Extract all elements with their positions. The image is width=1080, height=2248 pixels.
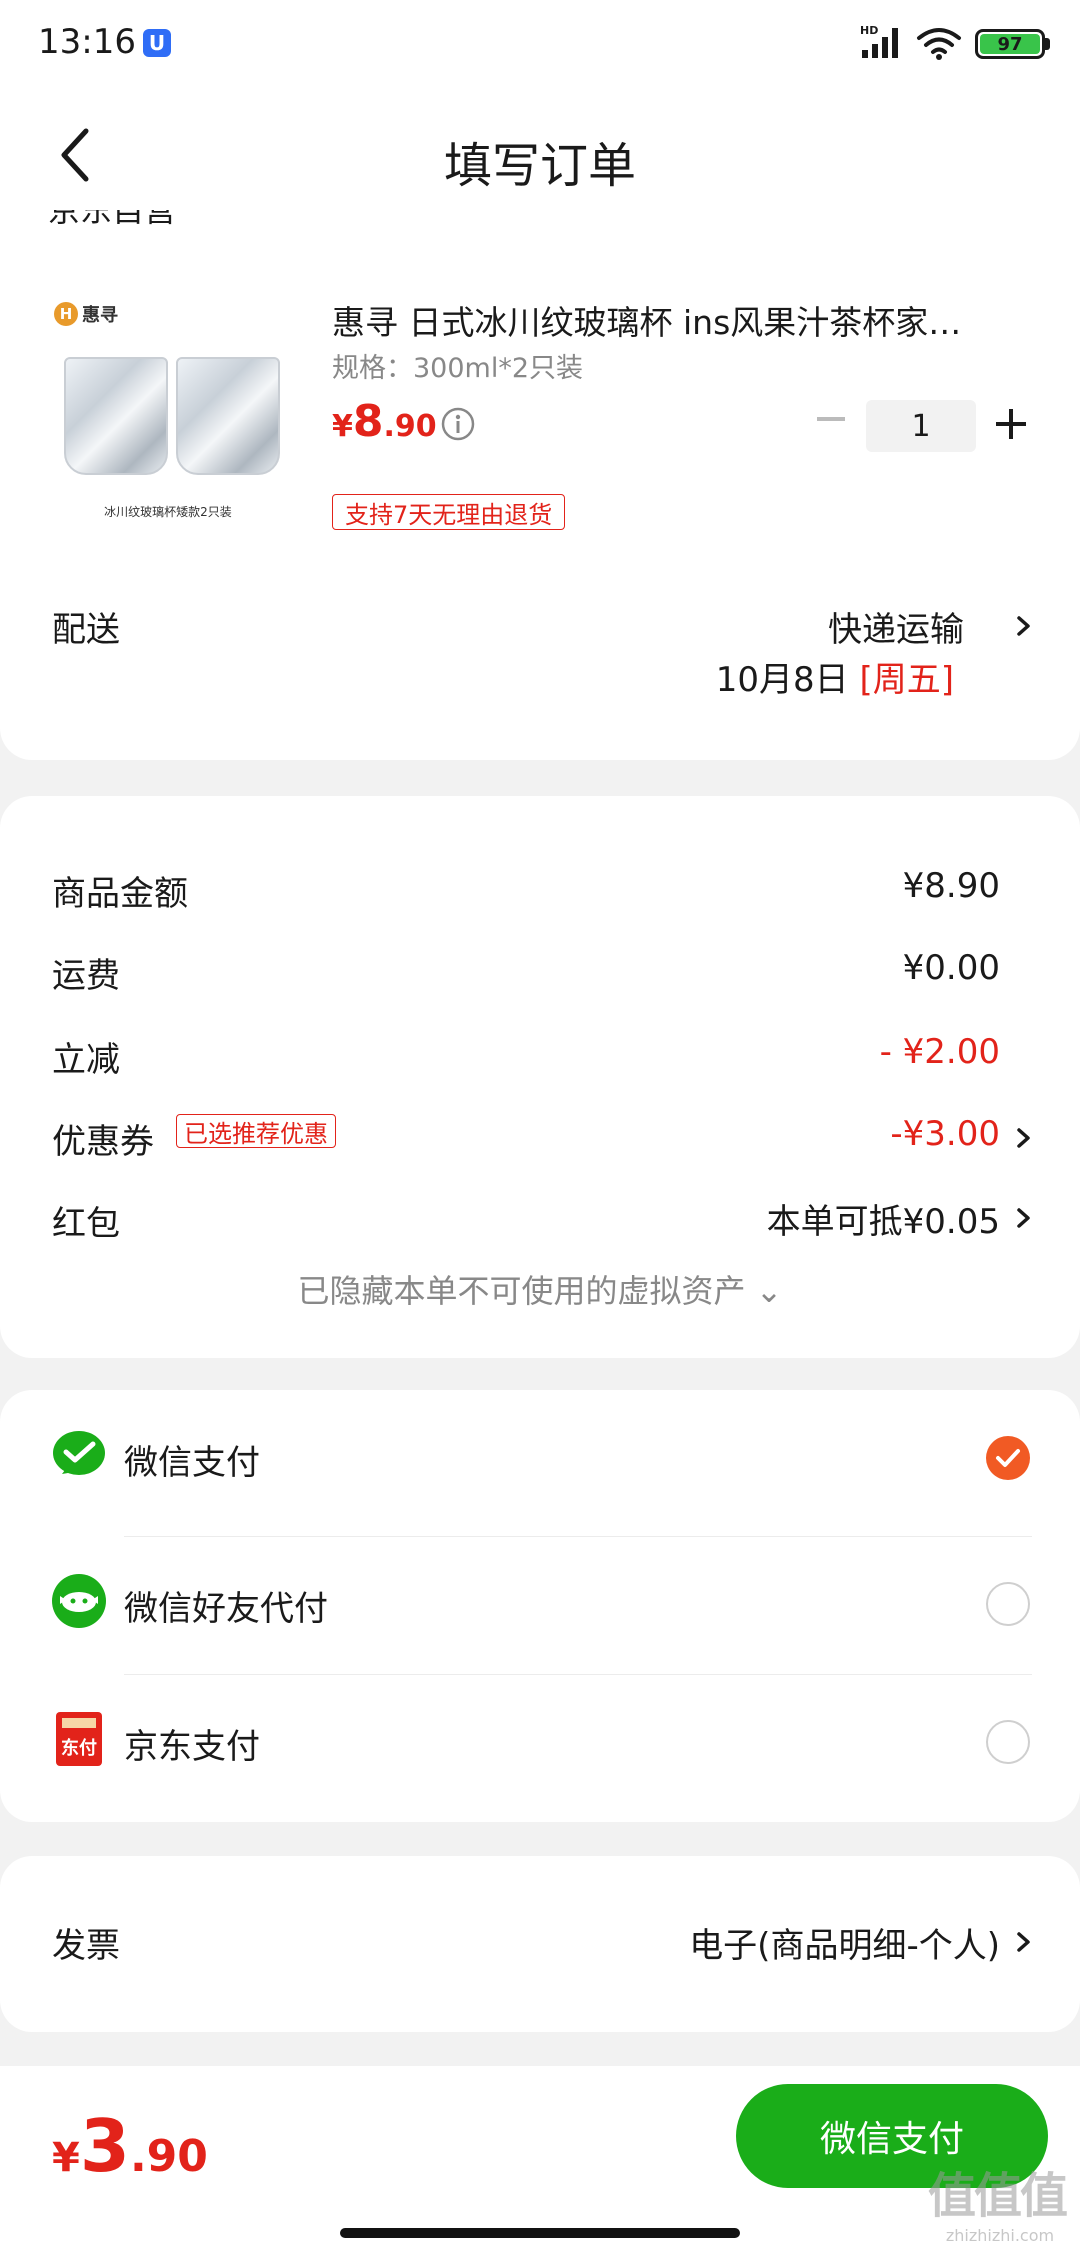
battery-icon: 97 xyxy=(975,29,1045,59)
payment-option-label: 微信支付 xyxy=(124,1443,260,1483)
quantity-input[interactable]: 1 xyxy=(866,400,976,452)
hd-label: HD xyxy=(860,24,878,37)
delivery-date: 10月8日 [周五] xyxy=(716,652,954,701)
total-symbol: ¥ xyxy=(52,2135,80,2181)
shipping-label: 运费 xyxy=(52,956,120,996)
brand-name: 惠寻 xyxy=(82,305,118,326)
invoice-label: 发票 xyxy=(52,1926,120,1966)
delivery-weekday: [周五] xyxy=(859,660,954,700)
total-price: ¥ 3 .90 xyxy=(52,2104,208,2188)
coupon-recommended-badge: 已选推荐优惠 xyxy=(176,1114,336,1148)
chevron-right-icon[interactable] xyxy=(1014,1126,1034,1150)
battery-tip xyxy=(1045,38,1050,50)
delivery-date-value: 10月8日 xyxy=(715,660,849,700)
price-decimal: .90 xyxy=(383,409,437,444)
jd-pay-icon: 东付 xyxy=(56,1712,102,1766)
discount-label: 立减 xyxy=(52,1040,120,1080)
red-packet-value[interactable]: 本单可抵¥0.05 xyxy=(767,1194,1000,1243)
price-summary-card: 商品金额 ¥8.90 运费 ¥0.00 立减 - ¥2.00 优惠券 已选推荐优… xyxy=(0,796,1080,1358)
glass-cup xyxy=(176,357,280,475)
plus-icon xyxy=(996,409,1026,439)
price-symbol: ¥ xyxy=(332,409,353,444)
product-image[interactable]: H 惠寻 冰川纹玻璃杯矮款2只装 xyxy=(48,295,288,535)
status-bar: 13:16 U HD 97 xyxy=(0,0,1080,90)
return-policy-badge: 支持7天无理由退货 xyxy=(332,494,566,530)
brand-logo-icon: H xyxy=(54,302,78,326)
minus-icon xyxy=(817,417,845,421)
shipping-value: ¥0.00 xyxy=(902,948,1000,988)
payment-option-label: 微信好友代付 xyxy=(124,1589,328,1629)
shop-name: 京东自营 xyxy=(48,210,177,229)
delivery-label: 配送 xyxy=(52,610,120,650)
chevron-right-icon[interactable] xyxy=(1014,1206,1034,1230)
total-integer: 3 xyxy=(79,2104,130,2188)
brand-logo: H 惠寻 xyxy=(54,301,118,327)
watermark-site: zhizhizhi.com xyxy=(945,2226,1055,2245)
jd-pay-icon-text: 东付 xyxy=(61,1737,97,1759)
checkout-bar: ¥ 3 .90 微信支付 xyxy=(0,2066,1080,2248)
wechat-friend-pay-icon xyxy=(52,1574,106,1628)
total-decimal: .90 xyxy=(129,2131,208,2182)
status-time: 13:16 xyxy=(38,22,136,62)
chevron-right-icon[interactable] xyxy=(1014,614,1034,638)
chevron-right-icon[interactable] xyxy=(1014,1930,1034,1954)
signal-icon: HD xyxy=(860,24,898,58)
info-icon[interactable] xyxy=(440,406,476,442)
product-price: ¥ 8 .90 xyxy=(332,396,437,447)
glass-cup xyxy=(64,357,168,475)
payment-option-label: 京东支付 xyxy=(124,1727,260,1767)
payment-radio-selected[interactable] xyxy=(986,1436,1030,1480)
watermark-logo: 值值值 xyxy=(928,2168,1068,2224)
invoice-card[interactable]: 发票 电子(商品明细-个人) xyxy=(0,1856,1080,2032)
payment-option-wechat-friend[interactable]: 微信好友代付 xyxy=(0,1536,1080,1674)
coupon-value[interactable]: -¥3.00 xyxy=(890,1114,1000,1154)
home-indicator[interactable] xyxy=(340,2228,740,2238)
wechat-pay-icon xyxy=(53,1431,105,1475)
image-caption: 冰川纹玻璃杯矮款2只装 xyxy=(104,505,232,519)
discount-value: - ¥2.00 xyxy=(879,1032,1000,1072)
delivery-method[interactable]: 快递运输 xyxy=(828,602,964,651)
goods-amount-value: ¥8.90 xyxy=(902,866,1000,906)
quantity-decrease-button[interactable] xyxy=(810,396,852,442)
payment-radio[interactable] xyxy=(986,1582,1030,1626)
hidden-assets-toggle[interactable]: 已隐藏本单不可使用的虚拟资产 ⌄ xyxy=(0,1266,1080,1312)
wifi-icon xyxy=(917,28,961,60)
payment-option-jd[interactable]: 东付 京东支付 xyxy=(0,1674,1080,1812)
goods-amount-label: 商品金额 xyxy=(52,874,188,914)
red-packet-label: 红包 xyxy=(52,1204,120,1244)
payment-option-wechat[interactable]: 微信支付 xyxy=(0,1390,1080,1528)
order-item-card: 京东自营 H 惠寻 冰川纹玻璃杯矮款2只装 惠寻 日式冰川纹玻璃杯 ins风果汁… xyxy=(0,200,1080,760)
payment-radio[interactable] xyxy=(986,1720,1030,1764)
product-title[interactable]: 惠寻 日式冰川纹玻璃杯 ins风果汁茶杯家… xyxy=(332,296,1022,344)
coupon-label: 优惠券 xyxy=(52,1122,154,1162)
quantity-increase-button[interactable] xyxy=(990,396,1032,452)
checkmark-icon xyxy=(996,1449,1020,1467)
product-spec: 规格：300ml*2只装 xyxy=(332,353,584,384)
invoice-value[interactable]: 电子(商品明细-个人) xyxy=(689,1918,1000,1967)
page-title: 填写订单 xyxy=(443,138,636,194)
app-notification-icon: U xyxy=(143,29,171,57)
payment-method-card: 微信支付 微信好友代付 东付 京东支付 xyxy=(0,1390,1080,1822)
battery-level: 97 xyxy=(980,34,1040,55)
watermark: 值值值 zhizhizhi.com xyxy=(928,2156,1072,2248)
price-integer: 8 xyxy=(352,396,384,447)
